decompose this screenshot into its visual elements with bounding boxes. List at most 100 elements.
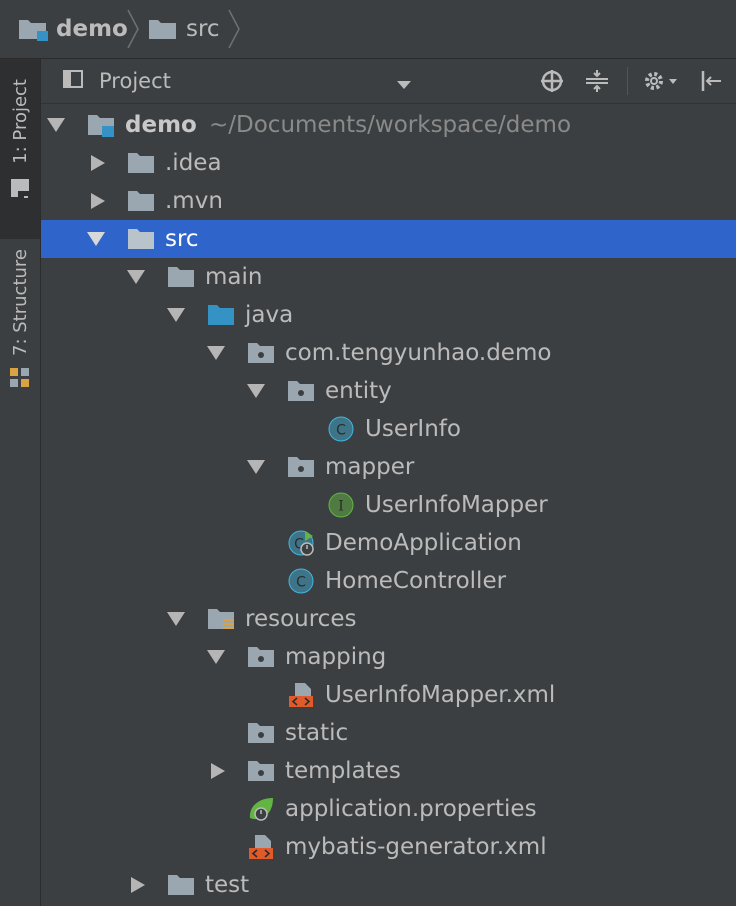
node-path-hint: ~/Documents/workspace/demo [209,112,572,138]
node-label: HomeController [325,568,507,594]
tree-node-resources[interactable]: resources [41,600,736,638]
tree-node-mapper[interactable]: mapper [41,448,736,486]
tab-project-label: 1: Project [9,79,31,164]
folder-icon [128,229,154,249]
node-label: UserInfoMapper [365,492,548,518]
spring-boot-class-icon: C [288,530,314,556]
breadcrumb-label: demo [56,16,128,42]
tab-structure[interactable]: 7: Structure [0,249,40,409]
tree-node-userinfomapper[interactable]: I UserInfoMapper [41,486,736,524]
tree-node-test[interactable]: test [41,866,736,904]
folder-icon [148,16,178,42]
settings-icon[interactable] [639,66,683,96]
structure-icon [8,366,32,394]
package-icon [288,381,314,401]
expanded-arrow-icon[interactable] [127,269,145,285]
module-folder-icon [18,16,52,42]
breadcrumb-label: src [186,16,220,42]
tab-project[interactable]: 1: Project [0,59,40,239]
folder-icon [168,267,194,287]
toolbar-divider [627,67,628,95]
tool-window-stripe: 1: Project 7: Structure [0,59,41,906]
node-label: java [245,302,294,328]
node-label: mapping [285,644,387,670]
xml-file-icon [289,683,313,707]
interface-icon: I [328,492,354,518]
tree-node-homecontroller[interactable]: C HomeController [41,562,736,600]
node-label: test [205,872,250,898]
node-label: com.tengyunhao.demo [285,340,552,366]
tree-node-mapping[interactable]: mapping [41,638,736,676]
node-label: DemoApplication [325,530,522,556]
collapse-all-icon[interactable] [582,66,612,96]
project-tree: demo ~/Documents/workspace/demo .idea .m… [41,106,736,906]
svg-text:C: C [336,423,346,439]
expanded-arrow-icon[interactable] [207,649,225,665]
node-label: .mvn [165,188,223,214]
breadcrumb-item-src[interactable]: src [148,14,220,44]
view-mode-label: Project [99,69,171,93]
tree-node-demoapplication[interactable]: C DemoApplication [41,524,736,562]
class-icon: C [328,416,354,442]
collapsed-arrow-icon[interactable] [129,877,147,893]
expanded-arrow-icon[interactable] [167,611,185,627]
tree-node-main[interactable]: main [41,258,736,296]
xml-file-icon [249,835,273,859]
node-label: static [285,720,349,746]
tree-node-src[interactable]: src [41,220,736,258]
tree-node-mvn[interactable]: .mvn [41,182,736,220]
tree-node-mybatis-generator-xml[interactable]: mybatis-generator.xml [41,828,736,866]
expanded-arrow-icon[interactable] [247,383,265,399]
expanded-arrow-icon[interactable] [87,231,105,247]
source-folder-icon [208,305,234,325]
expanded-arrow-icon[interactable] [47,117,65,133]
tab-structure-label: 7: Structure [9,249,31,356]
expanded-arrow-icon[interactable] [167,307,185,323]
class-icon: C [288,568,314,594]
expanded-arrow-icon[interactable] [207,345,225,361]
node-label: demo [125,112,197,138]
view-mode-select[interactable]: Project [61,66,461,96]
folder-icon [168,875,194,895]
node-label: resources [245,606,357,632]
tree-node-java[interactable]: java [41,296,736,334]
folder-icon [128,153,154,173]
node-label: application.properties [285,796,537,822]
chevron-right-icon [127,9,139,49]
tree-node-static[interactable]: static [41,714,736,752]
collapsed-arrow-icon[interactable] [209,763,227,779]
svg-text:I: I [338,499,344,515]
hide-icon[interactable] [696,66,726,96]
package-icon [248,761,274,781]
tree-node-idea[interactable]: .idea [41,144,736,182]
module-folder-icon [88,115,114,137]
node-label: templates [285,758,401,784]
breadcrumb-item-demo[interactable]: demo [18,14,128,44]
node-label: mapper [325,454,415,480]
tree-node-templates[interactable]: templates [41,752,736,790]
spring-properties-icon [249,798,273,821]
tree-node-userinfo[interactable]: C UserInfo [41,410,736,448]
node-label: UserInfoMapper.xml [325,682,556,708]
tree-node-entity[interactable]: entity [41,372,736,410]
collapsed-arrow-icon[interactable] [89,193,107,209]
chevron-down-icon [397,75,411,94]
node-label: UserInfo [365,416,461,442]
tree-node-application-properties[interactable]: application.properties [41,790,736,828]
tree-node-demo[interactable]: demo ~/Documents/workspace/demo [41,106,736,144]
node-label: src [165,226,199,252]
collapsed-arrow-icon[interactable] [89,155,107,171]
tree-node-userinfomapper-xml[interactable]: UserInfoMapper.xml [41,676,736,714]
navigation-breadcrumb: demo src [0,0,736,59]
package-icon [248,723,274,743]
node-label: .idea [165,150,222,176]
expanded-arrow-icon[interactable] [247,459,265,475]
folder-icon [128,191,154,211]
tree-node-package-root[interactable]: com.tengyunhao.demo [41,334,736,372]
chevron-right-icon [228,9,240,49]
locate-icon[interactable] [537,66,567,96]
package-icon [248,343,274,363]
node-label: mybatis-generator.xml [285,834,547,860]
resources-folder-icon [208,609,234,629]
package-icon [248,647,274,667]
